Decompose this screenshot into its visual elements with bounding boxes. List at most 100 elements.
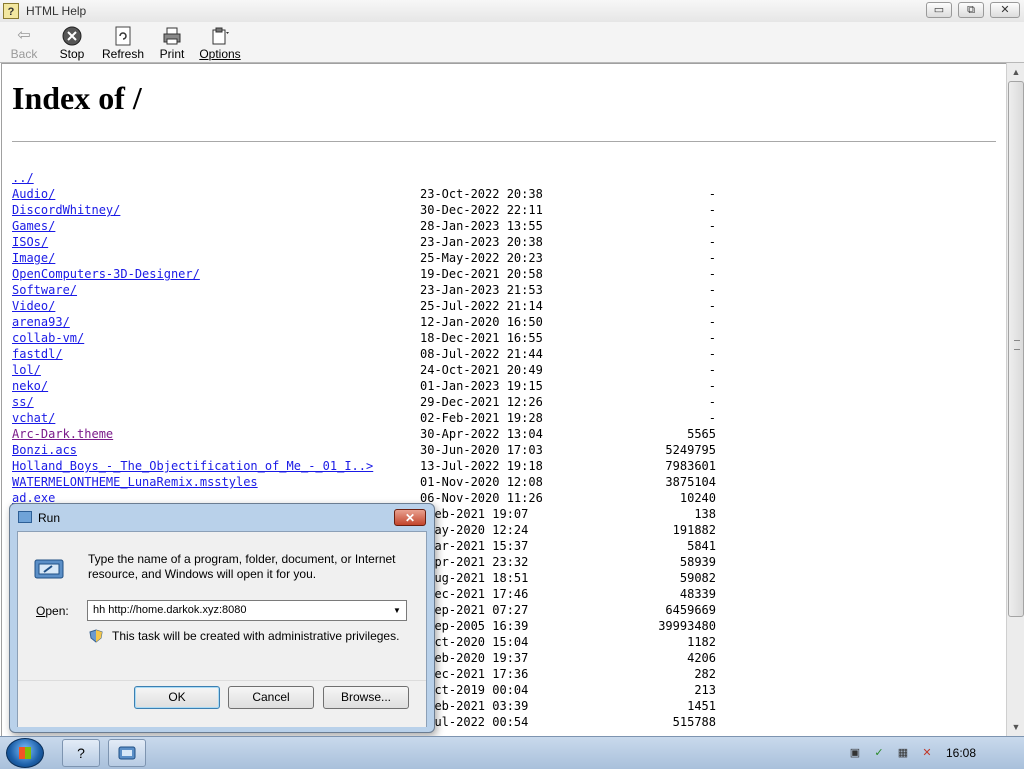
modified-date: -Oct-2019 00:04	[420, 683, 529, 697]
vertical-scrollbar[interactable]: ▲ ▼	[1006, 63, 1024, 736]
file-link[interactable]: ../	[12, 170, 34, 186]
run-description: Type the name of a program, folder, docu…	[88, 552, 396, 581]
scroll-up-arrow-icon[interactable]: ▲	[1009, 65, 1023, 79]
open-input-value[interactable]: hh http://home.darkok.xyz:8080	[93, 604, 246, 616]
run-close-button[interactable]: ✕	[394, 509, 426, 526]
refresh-icon	[113, 26, 133, 46]
start-button[interactable]	[6, 738, 44, 768]
file-link[interactable]: Image/	[12, 250, 55, 266]
file-size: -	[708, 347, 716, 361]
file-size: -	[708, 219, 716, 233]
open-combobox[interactable]: hh http://home.darkok.xyz:8080 ▼	[87, 600, 407, 621]
system-tray: ▣ ✓ ▦ ✕	[838, 739, 1024, 767]
file-size: 6459669	[665, 603, 716, 617]
back-button[interactable]: ⇦ Back	[8, 24, 40, 61]
taskbar-clock[interactable]: 16:08	[946, 746, 976, 760]
run-program-icon	[34, 559, 64, 579]
stop-button[interactable]: Stop	[56, 24, 88, 61]
file-link[interactable]: Bonzi.acs	[12, 442, 77, 458]
file-link[interactable]: Audio/	[12, 186, 55, 202]
file-link[interactable]: fastdl/	[12, 346, 63, 362]
file-link[interactable]: neko/	[12, 378, 48, 394]
run-dialog: Run ✕ Type the name of a program, folder…	[9, 503, 435, 733]
file-link[interactable]: ss/	[12, 394, 34, 410]
modified-date: 28-Jan-2023 13:55	[420, 219, 543, 233]
modified-date: 30-Dec-2022 22:11	[420, 203, 543, 217]
modified-date: 25-May-2022 20:23	[420, 251, 543, 265]
file-link[interactable]: OpenComputers-3D-Designer/	[12, 266, 200, 282]
close-button[interactable]: ✕	[990, 2, 1020, 18]
modified-date: 13-Jul-2022 19:18	[420, 459, 543, 473]
stop-icon	[62, 26, 82, 46]
options-label: Options	[199, 47, 241, 61]
modified-date: 12-Jan-2020 16:50	[420, 315, 543, 329]
taskbar-html-help[interactable]: ?	[62, 739, 100, 767]
file-link[interactable]: arena93/	[12, 314, 70, 330]
scroll-down-arrow-icon[interactable]: ▼	[1009, 720, 1023, 734]
file-size: -	[708, 411, 716, 425]
file-size: 1451	[687, 699, 716, 713]
file-link[interactable]: Holland_Boys_-_The_Objectification_of_Me…	[12, 458, 373, 474]
modified-date: -Dec-2021 17:46	[420, 587, 529, 601]
scroll-thumb[interactable]	[1008, 81, 1024, 617]
taskbar: ? ▣ ✓ ▦ ✕	[0, 736, 1024, 769]
network-icon[interactable]: ✓	[872, 746, 886, 760]
file-link[interactable]: collab-vm/	[12, 330, 84, 346]
file-size: -	[708, 267, 716, 281]
admin-privileges-note: This task will be created with administr…	[112, 629, 400, 643]
run-app-icon	[18, 511, 32, 523]
modified-date: -Feb-2020 19:37	[420, 651, 529, 665]
file-size: 5565	[687, 427, 716, 441]
file-size: 515788	[672, 715, 716, 729]
file-size: -	[708, 379, 716, 393]
modified-date: -Apr-2021 23:32	[420, 555, 529, 569]
back-label: Back	[10, 47, 38, 61]
modified-date: -Aug-2021 18:51	[420, 571, 529, 585]
modified-date: -Sep-2021 07:27	[420, 603, 529, 617]
modified-date: -Feb-2021 19:07	[420, 507, 529, 521]
divider	[12, 141, 996, 142]
ok-button[interactable]: OK	[134, 686, 220, 709]
modified-date: 30-Apr-2022 13:04	[420, 427, 543, 441]
file-link[interactable]: ISOs/	[12, 234, 48, 250]
file-link[interactable]: WATERMELONTHEME_LunaRemix.msstyles	[12, 474, 258, 490]
file-size: -	[708, 283, 716, 297]
file-size: 7983601	[665, 459, 716, 473]
modified-date: 23-Oct-2022 20:38	[420, 187, 543, 201]
file-link[interactable]: vchat/	[12, 410, 55, 426]
file-link[interactable]: Video/	[12, 298, 55, 314]
refresh-button[interactable]: Refresh	[100, 24, 146, 61]
minimize-button[interactable]: ▭	[926, 2, 952, 18]
modified-date: -Oct-2020 15:04	[420, 635, 529, 649]
print-button[interactable]: Print	[156, 24, 188, 61]
modified-date: 06-Nov-2020 11:26	[420, 491, 543, 505]
print-label: Print	[159, 47, 185, 61]
stop-label: Stop	[59, 47, 85, 61]
file-size: 191882	[672, 523, 716, 537]
open-label: Open:	[36, 604, 69, 618]
dropdown-arrow-icon[interactable]: ▼	[389, 602, 405, 619]
maximize-button[interactable]: ⧉	[958, 2, 984, 18]
file-link[interactable]: Games/	[12, 218, 55, 234]
options-button[interactable]: Options	[198, 24, 242, 61]
help-app-icon: ?	[77, 745, 85, 761]
modified-date: 01-Jan-2023 19:15	[420, 379, 543, 393]
file-link[interactable]: DiscordWhitney/	[12, 202, 120, 218]
modified-date: -Feb-2021 03:39	[420, 699, 529, 713]
file-link[interactable]: Software/	[12, 282, 77, 298]
browse-button[interactable]: Browse...	[323, 686, 409, 709]
grip-icon	[1014, 340, 1020, 350]
modified-date: 24-Oct-2021 20:49	[420, 363, 543, 377]
modified-date: 19-Dec-2021 20:58	[420, 267, 543, 281]
file-link[interactable]: lol/	[12, 362, 41, 378]
volume-muted-icon[interactable]: ✕	[920, 746, 934, 760]
file-link[interactable]: Arc-Dark.theme	[12, 426, 113, 442]
modified-date: 30-Jun-2020 17:03	[420, 443, 543, 457]
file-size: 213	[694, 683, 716, 697]
display-icon[interactable]: ▦	[896, 746, 910, 760]
taskbar-run[interactable]	[108, 739, 146, 767]
action-center-icon[interactable]: ▣	[848, 746, 862, 760]
back-arrow-icon: ⇦	[17, 27, 31, 44]
page-title: Index of /	[12, 80, 142, 116]
cancel-button[interactable]: Cancel	[228, 686, 314, 709]
